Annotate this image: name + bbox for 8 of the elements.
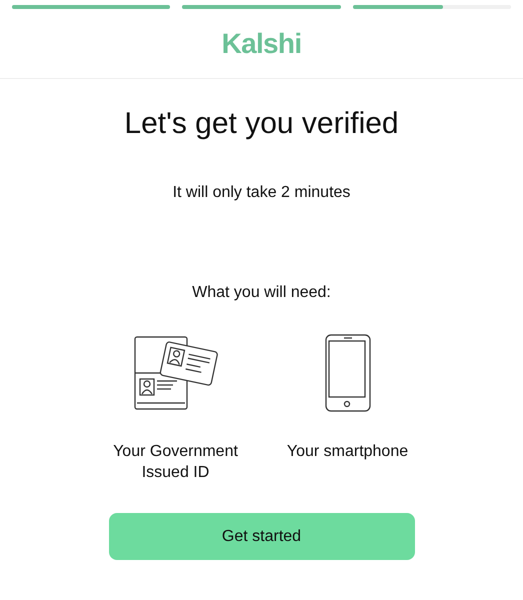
requirement-label: Your smartphone bbox=[286, 442, 408, 462]
requirement-label: Your Government Issued ID bbox=[112, 442, 239, 483]
smartphone-icon bbox=[324, 333, 372, 413]
needs-heading: What you will need: bbox=[192, 283, 331, 303]
subtitle: It will only take 2 minutes bbox=[172, 183, 350, 203]
logo: Kalshi bbox=[222, 26, 302, 60]
get-started-button[interactable]: Get started bbox=[108, 513, 414, 560]
page-title: Let's get you verified bbox=[124, 106, 399, 142]
